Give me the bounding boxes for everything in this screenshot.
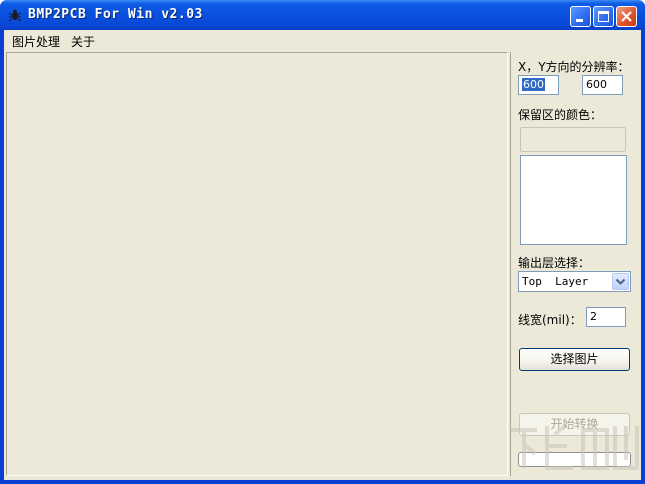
line-width-input[interactable]: 2 (586, 307, 626, 327)
layer-label: 输出层选择： (518, 256, 591, 270)
watermark-logo (511, 424, 639, 470)
maximize-button[interactable] (593, 6, 614, 27)
close-button[interactable] (616, 6, 637, 27)
y-resolution-value: 600 (586, 78, 607, 91)
menu-bar: 图片处理 关于 (4, 30, 641, 50)
layer-selected-value: Top Layer (522, 275, 589, 288)
layer-select[interactable]: Top Layer (518, 271, 631, 292)
color-list[interactable] (520, 155, 627, 245)
select-image-button[interactable]: 选择图片 (519, 348, 630, 371)
title-bar[interactable]: BMP2PCB For Win v2.03 (0, 0, 645, 30)
line-width-label: 线宽(mil)： (518, 313, 582, 327)
minimize-button[interactable] (570, 6, 591, 27)
menu-about[interactable]: 关于 (71, 33, 95, 50)
x-resolution-input[interactable]: 600 (518, 75, 559, 95)
maximize-icon (598, 11, 609, 22)
image-canvas[interactable] (6, 52, 508, 476)
keep-color-label: 保留区的颜色： (518, 108, 603, 122)
chevron-down-icon[interactable] (612, 273, 629, 290)
window-title: BMP2PCB For Win v2.03 (28, 7, 203, 22)
menu-image-processing[interactable]: 图片处理 (12, 33, 60, 50)
app-window: BMP2PCB For Win v2.03 图片处理 关于 X，Y方向的分辨率：… (0, 0, 645, 484)
resolution-label: X，Y方向的分辨率： (518, 60, 630, 74)
color-picker-button[interactable] (520, 127, 626, 152)
bug-icon (8, 8, 22, 22)
close-icon (621, 11, 632, 22)
line-width-value: 2 (590, 310, 597, 323)
minimize-icon (576, 19, 583, 22)
y-resolution-input[interactable]: 600 (582, 75, 623, 95)
x-resolution-value: 600 (522, 78, 545, 91)
